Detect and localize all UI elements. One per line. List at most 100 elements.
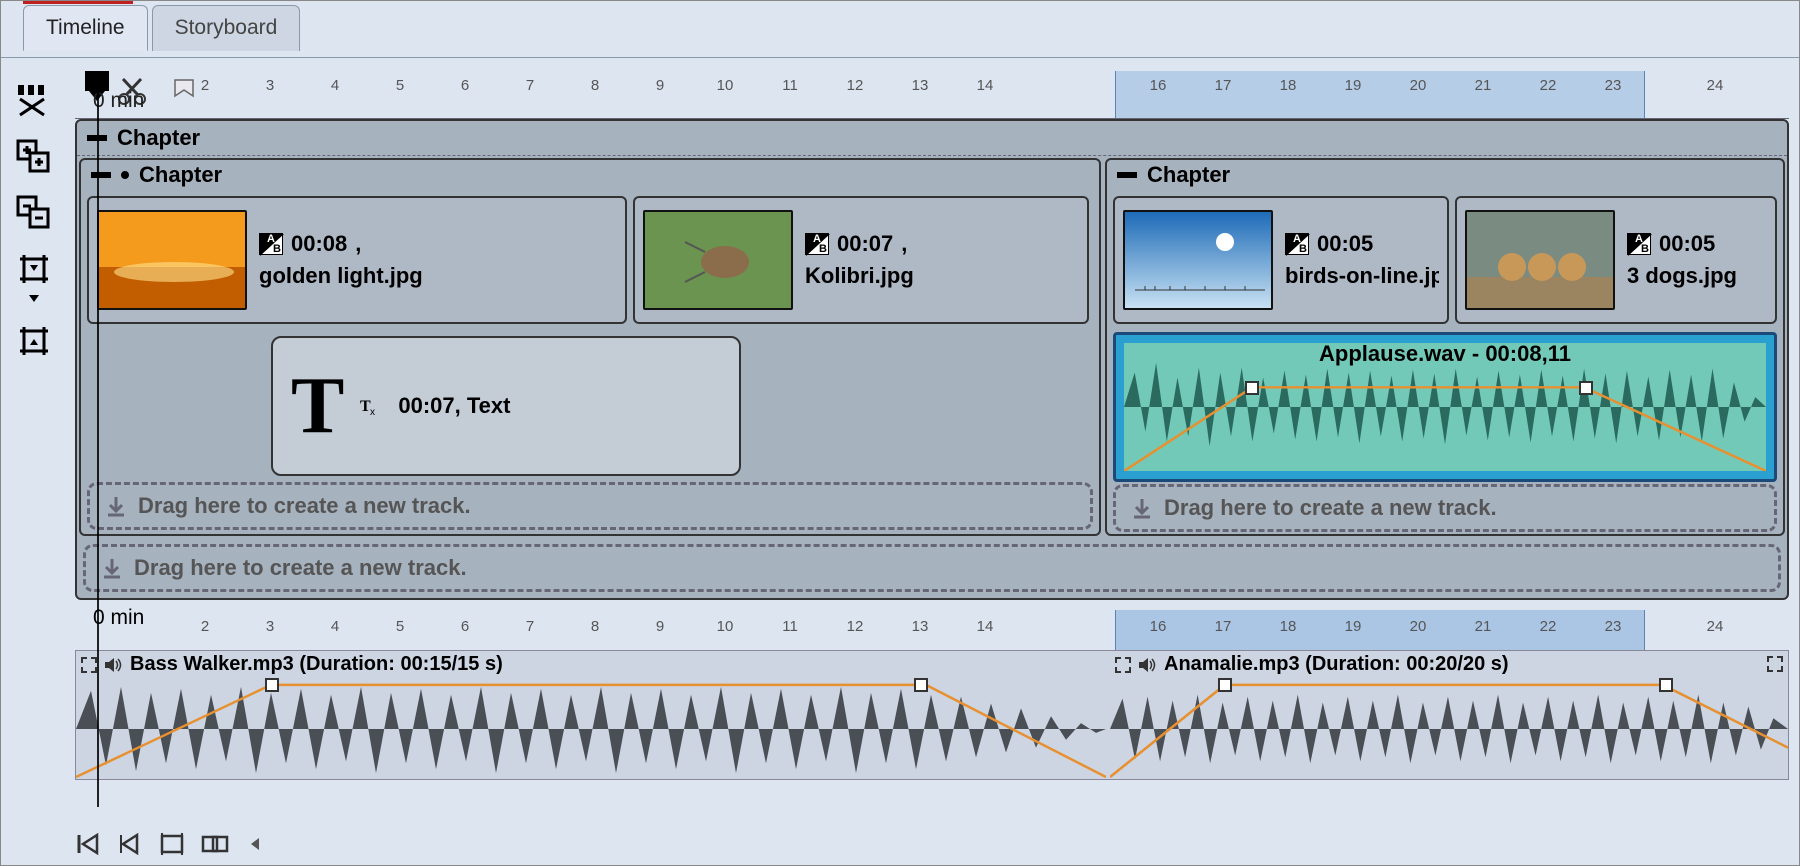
ruler-tick: 13 (912, 618, 929, 635)
collapse-icon[interactable] (91, 172, 111, 178)
audio-filename: Bass Walker.mp3 (Duration: 00:15/15 s) (130, 653, 503, 676)
envelope-point[interactable] (914, 678, 928, 692)
drop-arrow-icon (104, 494, 128, 518)
ruler-tick: 20 (1410, 77, 1427, 118)
envelope-point[interactable] (1579, 381, 1593, 395)
chapter-header[interactable]: Chapter (77, 121, 1787, 156)
ruler-tick: 17 (1215, 618, 1232, 635)
clip-end-expand-icon[interactable] (1766, 655, 1784, 673)
clip-thumbnail (643, 210, 793, 310)
audio-ruler-zero: 0 min (93, 606, 144, 630)
total-duration: 8 s (1788, 310, 1789, 338)
chapter-outer[interactable]: Chapter Chapter (75, 119, 1789, 600)
timeline-ruler[interactable]: 0 min 2345678910111213141617181920212223… (75, 71, 1789, 119)
ruler-tick: 23 (1605, 618, 1622, 635)
drop-hint: Drag here to create a new track. (138, 493, 471, 519)
ruler-tick: 16 (1150, 618, 1167, 635)
clip-duration: 00:05 (1317, 231, 1373, 257)
collapse-icon[interactable] (1117, 172, 1137, 178)
ruler-tick: 8 (591, 77, 599, 118)
ruler-tick: 10 (717, 77, 734, 118)
ruler-tick: 4 (331, 618, 339, 635)
clip-thumbnail (97, 210, 247, 310)
ruler-tick: 12 (847, 618, 864, 635)
scroll-left-icon[interactable] (247, 836, 263, 852)
ruler-tick: 11 (782, 77, 798, 118)
ruler-tick: 17 (1215, 77, 1232, 118)
video-clip[interactable]: AB00:05 3 dogs.jpg (1455, 196, 1777, 324)
add-group-icon[interactable] (16, 139, 52, 175)
prev-frame-icon[interactable] (117, 831, 143, 857)
fit-selection-icon[interactable] (201, 831, 231, 857)
global-audio-clip[interactable]: Anamalie.mp3 (Duration: 00:20/20 s) -03:… (1110, 651, 1788, 779)
transition-icon[interactable]: AB (259, 233, 283, 255)
tracks-icon[interactable] (16, 83, 52, 119)
clip-duration: 00:08 (291, 231, 347, 257)
ruler-tick: 19 (1345, 77, 1362, 118)
ruler-tick: 24 (1707, 618, 1724, 635)
audio-ruler[interactable]: 0 min 2345678910111213141617181920212223… (75, 610, 1789, 650)
ruler-tick: 6 (461, 618, 469, 635)
sub-chapter-2[interactable]: Chapter AB00:05 birds-on-line.jpg (1105, 158, 1785, 536)
fit-window-icon[interactable] (159, 831, 185, 857)
ruler-tick: 20 (1410, 618, 1427, 635)
chapter-label: Chapter (139, 162, 222, 188)
sub-chapter-1[interactable]: Chapter AB00:08, golden light.jpg (79, 158, 1101, 536)
text-clip-duration: 00:07 (398, 393, 454, 418)
drop-zone[interactable]: Drag here to create a new track. (83, 544, 1781, 592)
ruler-tick: 10 (717, 618, 734, 635)
chapter-label: Chapter (1147, 162, 1230, 188)
envelope-point[interactable] (265, 678, 279, 692)
transition-icon[interactable]: AB (805, 233, 829, 255)
marker-icon[interactable] (169, 76, 199, 106)
go-start-icon[interactable] (75, 831, 101, 857)
video-clip[interactable]: AB00:07, Kolibri.jpg (633, 196, 1089, 324)
expand-icon[interactable] (1114, 656, 1132, 674)
text-effect-icon[interactable]: Tx (358, 393, 384, 419)
ruler-tick: 18 (1280, 77, 1297, 118)
ruler-tick: 24 (1707, 77, 1724, 118)
ruler-tick: 2 (201, 618, 209, 635)
ruler-selection[interactable] (1115, 71, 1645, 118)
dropdown-arrow-icon[interactable] (27, 293, 41, 303)
ruler-tick: 14 (977, 618, 994, 635)
ruler-tick: 5 (396, 618, 404, 635)
transition-icon[interactable]: AB (1285, 233, 1309, 255)
ruler-tick: 21 (1475, 618, 1492, 635)
ruler-tick: 12 (847, 77, 864, 118)
envelope-point[interactable] (1218, 678, 1232, 692)
playhead-line[interactable] (97, 71, 99, 807)
ruler-tick: 22 (1540, 77, 1557, 118)
ruler-zero-label: 0 min (93, 89, 144, 113)
global-audio-clip[interactable]: Bass Walker.mp3 (Duration: 00:15/15 s) -… (76, 651, 1106, 779)
expand-icon[interactable] (80, 656, 98, 674)
tab-timeline[interactable]: Timeline (23, 5, 148, 51)
global-audio-track[interactable]: Bass Walker.mp3 (Duration: 00:15/15 s) -… (75, 650, 1789, 780)
ruler-tick: 8 (591, 618, 599, 635)
audio-clip[interactable]: Applause.wav - 00:08,11 (1113, 332, 1777, 482)
video-clip[interactable]: AB00:08, golden light.jpg (87, 196, 627, 324)
drop-zone[interactable]: Drag here to create a new track. (87, 482, 1093, 530)
crop-in-icon[interactable] (16, 251, 52, 287)
ruler-tick: 13 (912, 77, 929, 118)
chapter-label: Chapter (117, 125, 200, 151)
envelope-point[interactable] (1245, 381, 1259, 395)
clip-filename: Kolibri.jpg (805, 263, 914, 289)
ruler-tick: 14 (977, 77, 994, 118)
clip-thumbnail (1465, 210, 1615, 310)
speaker-icon[interactable] (104, 656, 124, 674)
transition-icon[interactable]: AB (1627, 233, 1651, 255)
crop-out-icon[interactable] (16, 323, 52, 359)
speaker-icon[interactable] (1138, 656, 1158, 674)
audio-clip-label: Applause.wav - 00:08,11 (1116, 341, 1774, 367)
remove-group-icon[interactable] (16, 195, 52, 231)
chapter-marker-icon (121, 171, 129, 179)
drop-zone[interactable]: Drag here to create a new track. (1113, 484, 1777, 532)
video-clip[interactable]: AB00:05 birds-on-line.jpg (1113, 196, 1449, 324)
drop-arrow-icon (100, 556, 124, 580)
ruler-tick: 2 (201, 77, 209, 118)
text-clip[interactable]: T Tx 00:07, Text (271, 336, 741, 476)
envelope-point[interactable] (1659, 678, 1673, 692)
ruler-tick: 3 (266, 77, 274, 118)
tab-storyboard[interactable]: Storyboard (152, 5, 301, 51)
